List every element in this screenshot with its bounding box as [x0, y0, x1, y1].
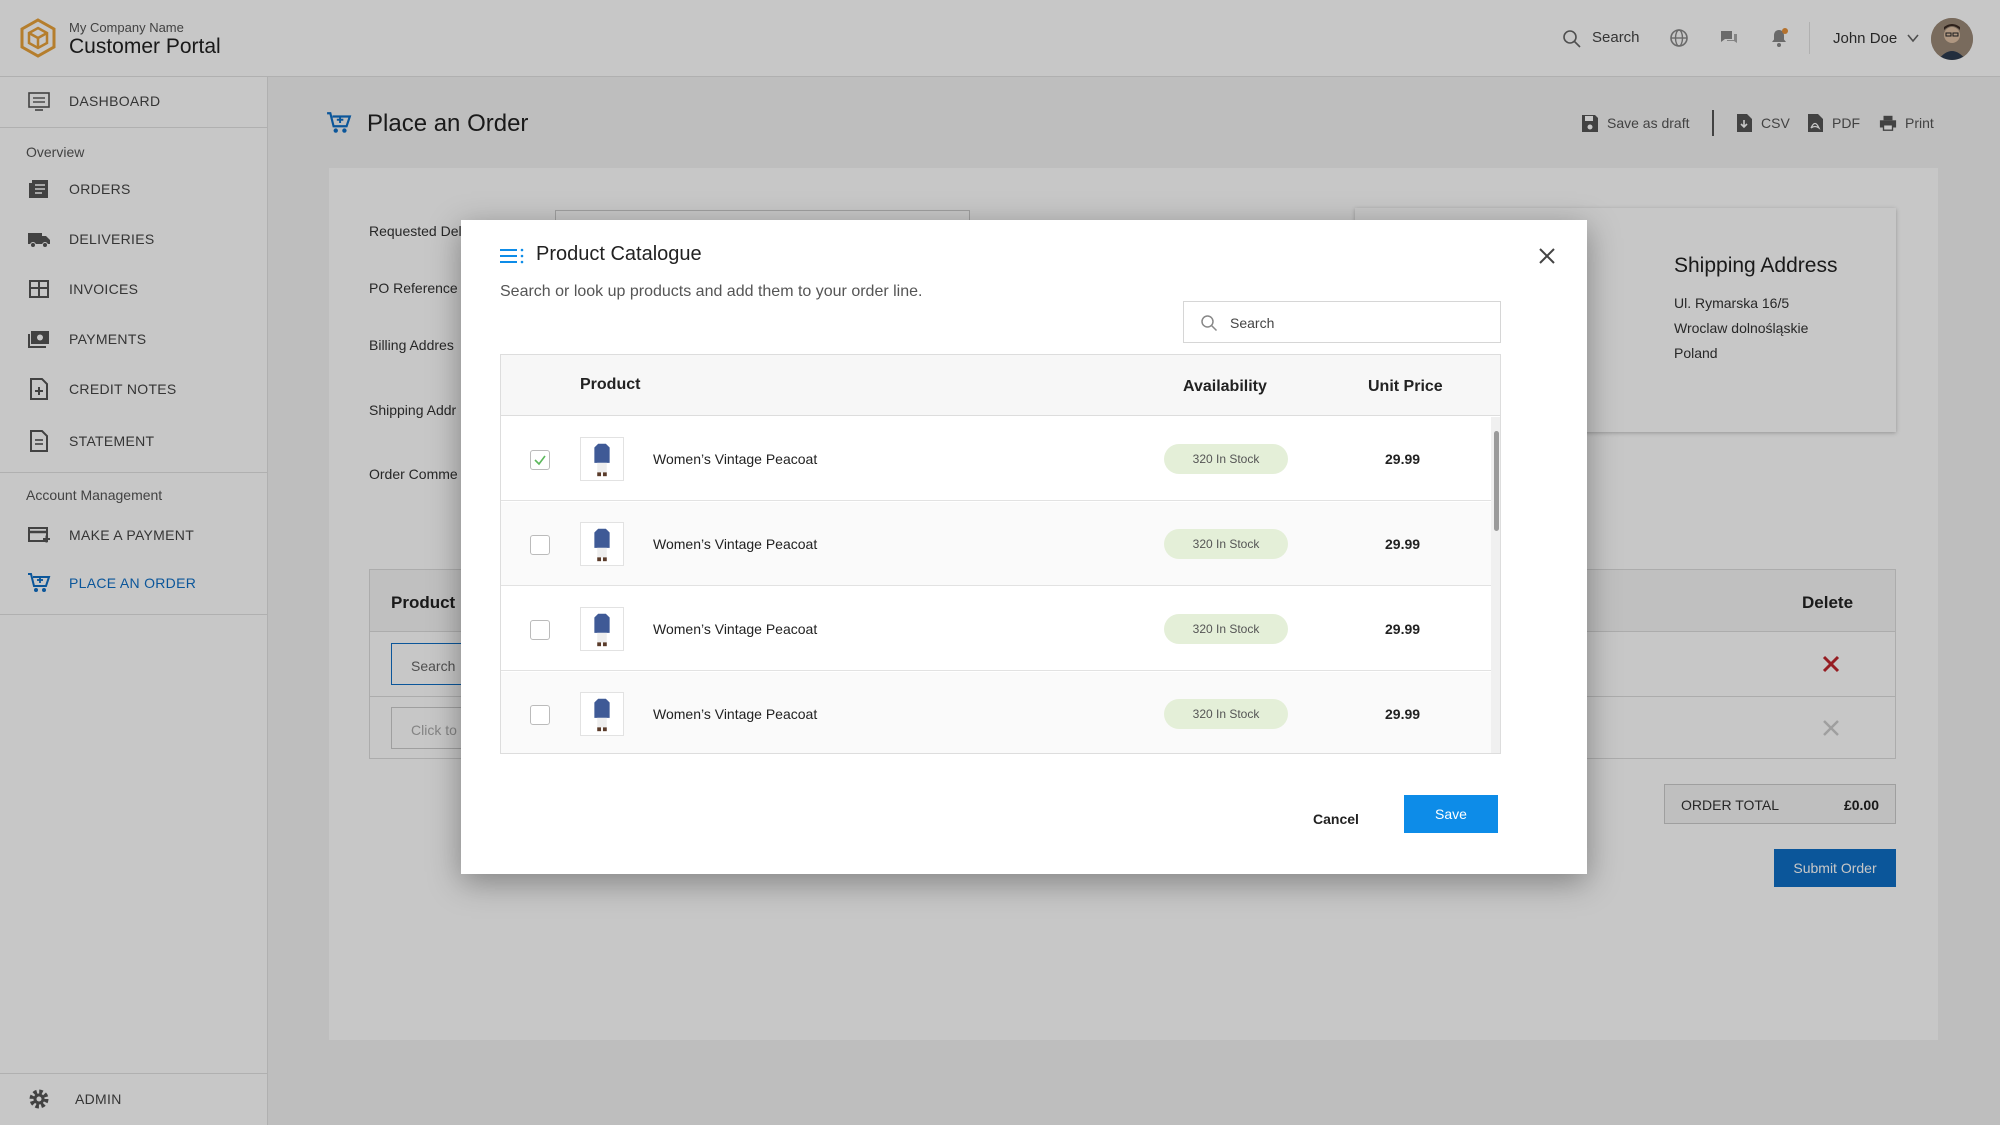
- product-name: Women’s Vintage Peacoat: [653, 536, 818, 552]
- catalogue-search-input[interactable]: Search: [1183, 301, 1501, 343]
- availability-badge: 320 In Stock: [1164, 529, 1288, 559]
- product-name: Women’s Vintage Peacoat: [653, 706, 818, 722]
- peacoat-image-icon: [594, 443, 610, 477]
- catalogue-scrollbar[interactable]: [1491, 417, 1500, 753]
- peacoat-image-icon: [594, 613, 610, 647]
- checkmark-icon: [534, 455, 546, 466]
- cancel-button[interactable]: Cancel: [1291, 800, 1381, 838]
- modal-subtitle: Search or look up products and add them …: [500, 283, 923, 300]
- row-checkbox[interactable]: [530, 620, 550, 640]
- catalogue-table: Product Availability Unit Price Women’s …: [500, 354, 1501, 754]
- table-row[interactable]: Women’s Vintage Peacoat 320 In Stock 29.…: [501, 502, 1491, 586]
- product-name: Women’s Vintage Peacoat: [653, 621, 818, 637]
- product-thumbnail: [580, 607, 624, 651]
- close-icon[interactable]: [1538, 247, 1556, 265]
- row-checkbox[interactable]: [530, 450, 550, 470]
- column-header-unit-price: Unit Price: [1368, 378, 1443, 395]
- peacoat-image-icon: [594, 698, 610, 732]
- row-checkbox[interactable]: [530, 705, 550, 725]
- scrollbar-thumb[interactable]: [1494, 431, 1499, 531]
- unit-price: 29.99: [1385, 451, 1421, 467]
- catalogue-search-placeholder: Search: [1230, 315, 1275, 331]
- unit-price: 29.99: [1385, 621, 1421, 637]
- product-name: Women’s Vintage Peacoat: [653, 451, 818, 467]
- product-thumbnail: [580, 437, 624, 481]
- search-icon: [1201, 315, 1218, 332]
- table-row[interactable]: Women’s Vintage Peacoat 320 In Stock 29.…: [501, 417, 1491, 501]
- column-header-product: Product: [580, 376, 641, 393]
- table-row[interactable]: Women’s Vintage Peacoat 320 In Stock 29.…: [501, 587, 1491, 671]
- product-thumbnail: [580, 692, 624, 736]
- save-button[interactable]: Save: [1404, 795, 1498, 833]
- unit-price: 29.99: [1385, 536, 1421, 552]
- availability-badge: 320 In Stock: [1164, 614, 1288, 644]
- row-checkbox[interactable]: [530, 535, 550, 555]
- modal-title: Product Catalogue: [536, 243, 702, 265]
- unit-price: 29.99: [1385, 706, 1421, 722]
- availability-badge: 320 In Stock: [1164, 444, 1288, 474]
- table-row[interactable]: Women’s Vintage Peacoat 320 In Stock 29.…: [501, 672, 1491, 753]
- peacoat-image-icon: [594, 528, 610, 562]
- list-icon: [500, 248, 524, 264]
- availability-badge: 320 In Stock: [1164, 699, 1288, 729]
- catalogue-table-header: Product Availability Unit Price: [501, 355, 1500, 416]
- column-header-availability: Availability: [1183, 378, 1267, 395]
- product-catalogue-modal: Product Catalogue Search or look up prod…: [461, 220, 1587, 874]
- product-thumbnail: [580, 522, 624, 566]
